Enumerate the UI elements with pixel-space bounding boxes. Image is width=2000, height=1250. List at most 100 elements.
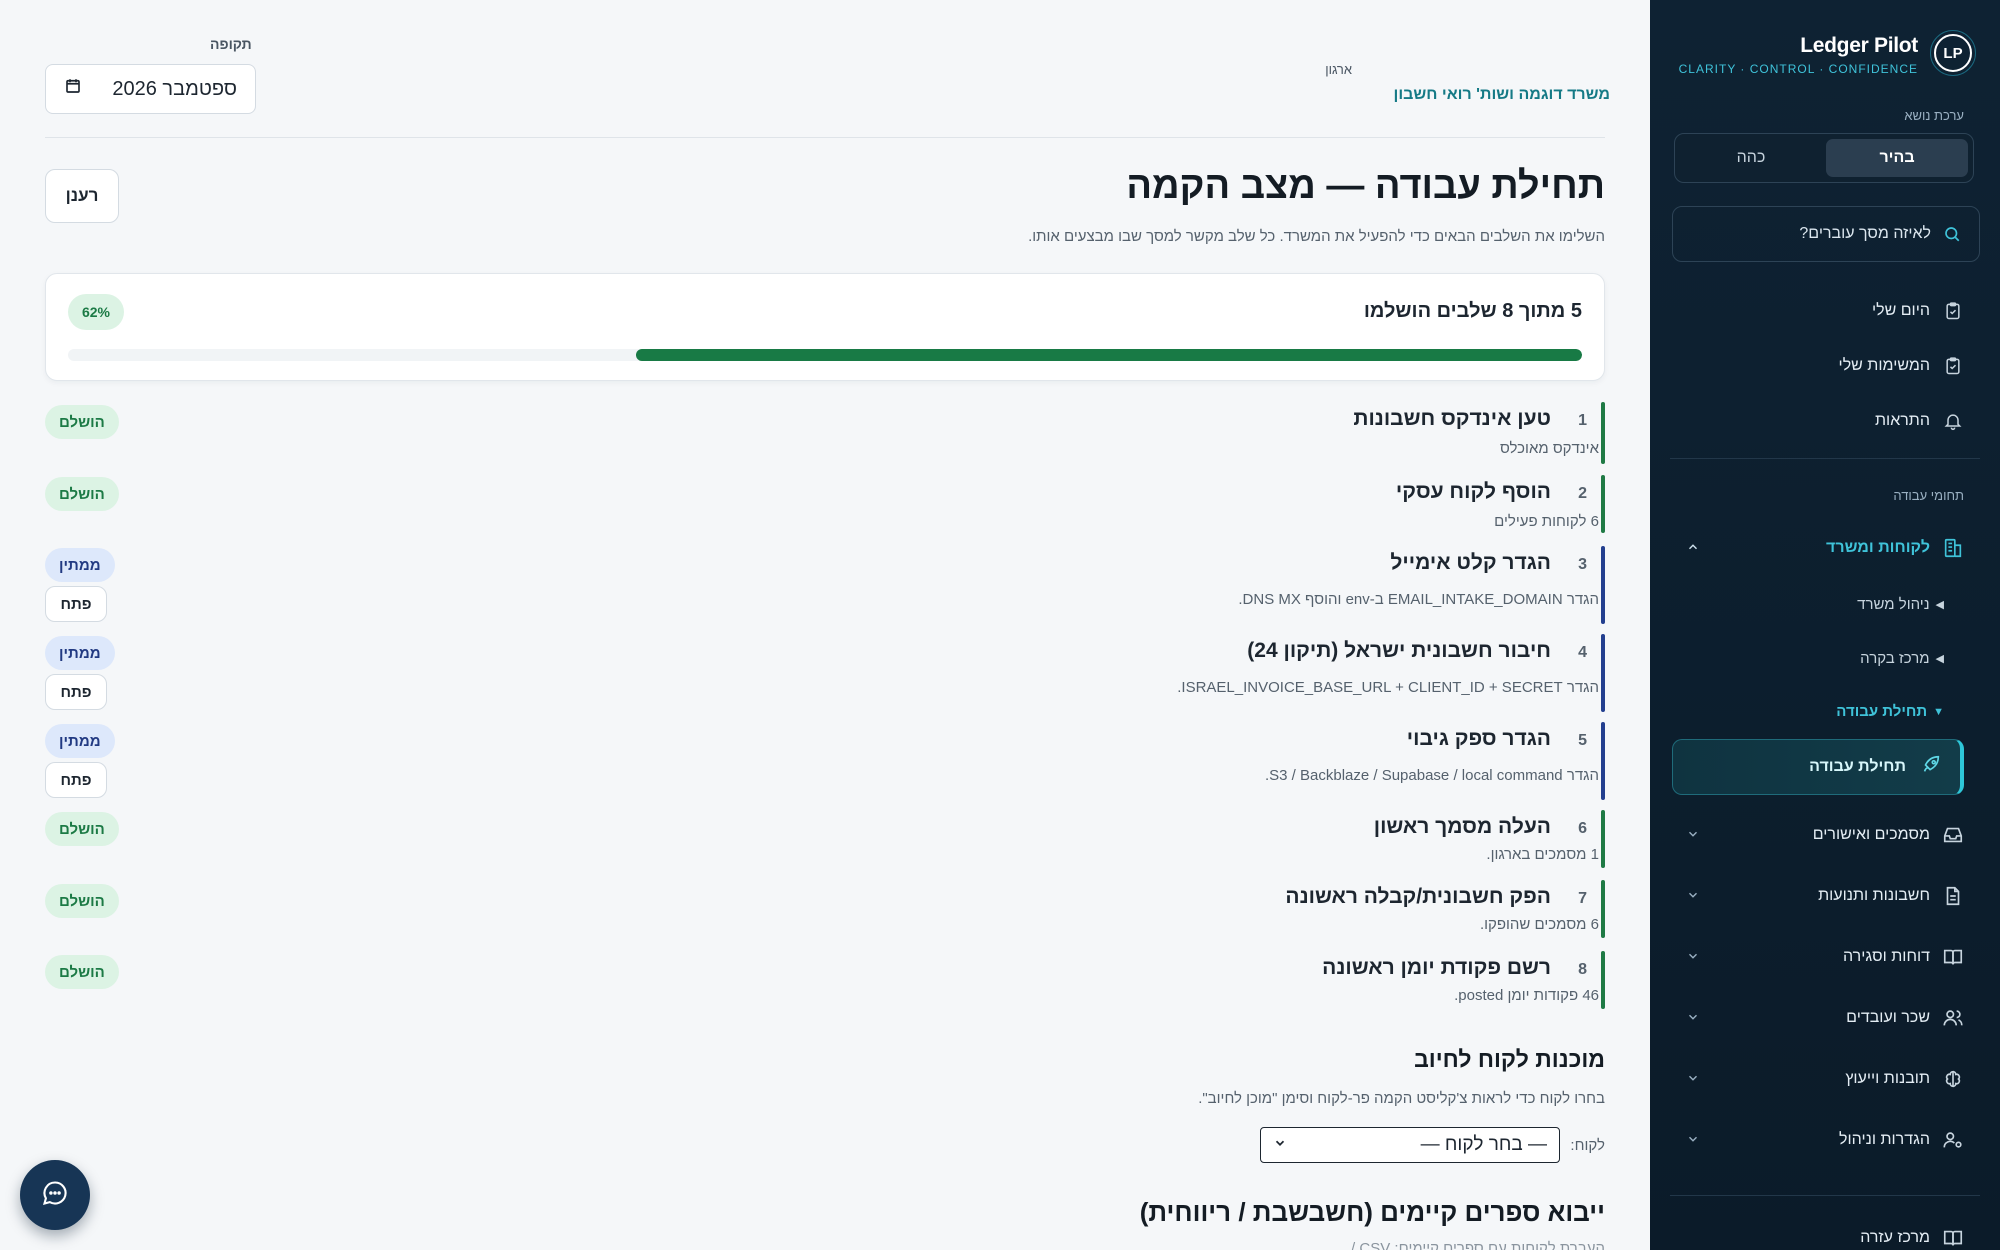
nav-onboarding-active[interactable]: תחילת עבודה [1672,739,1964,795]
nav-insights[interactable]: תובנות וייעוץ [1686,1059,1964,1099]
step-description: הגדר ISRAEL_INVOICE_BASE_URL + CLIENT_ID… [1177,679,1599,696]
step-title: רשם פקודת יומן ראשונה [1322,956,1551,979]
step-item: 2 הוסף לקוח עסקי 6 לקוחות פעילים הושלם [45,475,1605,533]
triangle-left-icon: ◀ [1935,599,1944,611]
calendar-icon [64,77,82,101]
nav-sub-onboarding[interactable]: ▼ תחילת עבודה [1836,703,1944,720]
step-title: הגדר קלט אימייל [1390,551,1551,574]
step-description: 1 מסמכים בארגון. [1486,846,1599,863]
nav-sub-control-label: מרכז בקרה [1860,650,1930,667]
step-description: הגדר S3 / Backblaze / Supabase / local c… [1264,767,1599,784]
step-number: 4 [1578,644,1587,661]
nav-sub-onboarding-label: תחילת עבודה [1836,703,1928,720]
step-number: 6 [1578,820,1587,837]
step-status-bar [1601,722,1605,800]
building-icon [1942,537,1964,559]
nav-clients-label: לקוחות ומשרד [1826,539,1930,556]
step-description: 6 לקוחות פעילים [1494,513,1599,530]
inbox-icon [1942,824,1964,846]
nav-clients[interactable]: לקוחות ומשרד [1686,528,1964,568]
step-item: 5 הגדר ספק גיבוי הגדר S3 / Backblaze / S… [45,722,1605,800]
nav-help-label: מרכז עזרה [1860,1229,1930,1246]
chevron-down-icon [1686,949,1700,966]
nav-invoices[interactable]: חשבונות ותנועות [1686,876,1964,916]
chevron-down-icon [1686,827,1700,844]
document-icon [1942,885,1964,907]
step-number: 5 [1578,732,1587,749]
step-item: 3 הגדר קלט אימייל הגדר EMAIL_INTAKE_DOMA… [45,546,1605,624]
open-step-button[interactable]: פתח [45,586,107,622]
theme-toggle: בהיר כהה [1674,133,1974,183]
nav-settings[interactable]: הגדרות וניהול [1686,1120,1964,1160]
nav-alerts[interactable]: התראות [1686,401,1964,441]
brain-icon [1942,1068,1964,1090]
chevron-down-icon [1273,1134,1287,1156]
bell-icon [1942,410,1964,432]
readiness-subtitle: בחרו לקוח כדי לראות צ'קליסט הקמה פר-לקוח… [1198,1090,1605,1107]
page-subtitle: השלימו את השלבים הבאים כדי להפעיל את המש… [1028,228,1605,245]
import-title: ייבוא ספרים קיימים (חשבשבת / ריווחית) [1139,1197,1605,1227]
nav-insights-label: תובנות וייעוץ [1845,1070,1930,1087]
open-step-button[interactable]: פתח [45,674,107,710]
sidebar-divider [1670,1195,1980,1196]
nav-reports[interactable]: דוחות וסגירה [1686,937,1964,977]
chevron-down-icon [1686,1010,1700,1027]
period-label: תקופה [210,36,252,52]
nav-sub-control[interactable]: ◀ מרכז בקרה [1860,650,1944,667]
status-badge: ממתין [45,548,115,582]
status-badge: הושלם [45,884,119,918]
step-status-bar [1601,546,1605,624]
period-value: ספטמבר 2026 [112,77,237,100]
book-open-icon [1942,946,1964,968]
theme-dark-button[interactable]: כהה [1680,139,1822,177]
nav-onboarding-active-label: תחילת עבודה [1809,758,1906,775]
period-picker[interactable]: ספטמבר 2026 [45,64,256,114]
nav-help[interactable]: מרכז עזרה [1686,1218,1964,1250]
sidebar-search[interactable]: לאיזה מסך עוברים? [1672,206,1980,262]
org-name[interactable]: משרד דוגמה ושות' רואי חשבון [1394,86,1611,104]
step-description: הגדר EMAIL_INTAKE_DOMAIN ב-env והוסף DNS… [1238,591,1599,608]
nav-invoices-label: חשבונות ותנועות [1818,887,1930,904]
step-number: 7 [1578,890,1587,907]
step-title: העלה מסמך ראשון [1373,815,1551,838]
refresh-button[interactable]: רענן [45,169,119,223]
nav-my-tasks-label: המשימות שלי [1838,357,1930,374]
nav-payroll[interactable]: שכר ועובדים [1686,998,1964,1038]
open-step-button[interactable]: פתח [45,762,107,798]
step-item: 1 טען אינדקס חשבונות אינדקס מאוכלס הושלם [45,402,1605,464]
step-number: 8 [1578,961,1587,978]
triangle-left-icon: ◀ [1935,653,1944,665]
chat-button[interactable] [20,1160,90,1230]
status-badge: ממתין [45,636,115,670]
nav-settings-label: הגדרות וניהול [1839,1131,1930,1148]
step-title: טען אינדקס חשבונות [1353,407,1551,430]
step-number: 3 [1578,556,1587,573]
users-icon [1942,1007,1964,1029]
clipboard-icon [1942,300,1964,322]
nav-reports-label: דוחות וסגירה [1843,948,1930,965]
nav-my-tasks[interactable]: המשימות שלי [1686,346,1964,386]
nav-docs[interactable]: מסמכים ואישורים [1686,815,1964,855]
nav-my-day[interactable]: היום שלי [1686,291,1964,331]
step-description: 6 מסמכים שהופקו. [1479,916,1599,933]
header-divider [45,137,1605,138]
sidebar: LP Ledger Pilot CLARITY · CONTROL · CONF… [1650,0,2000,1250]
theme-label: ערכת נושא [1904,108,1964,123]
nav-sub-office[interactable]: ◀ ניהול משרד [1857,596,1944,613]
client-select-label: לקוח: [1570,1137,1605,1154]
progress-percent-badge: 62% [68,294,124,330]
step-item: 4 חיבור חשבונית ישראל (תיקון 24) הגדר IS… [45,634,1605,712]
section-label-work: תחומי עבודה [1893,488,1964,503]
brand-tagline: CLARITY · CONTROL · CONFIDENCE [1678,62,1918,76]
readiness-title: מוכנות לקוח לחיוב [1414,1046,1605,1072]
nav-alerts-label: התראות [1875,412,1930,429]
step-description: 46 פקודות יומן posted. [1454,987,1599,1004]
client-select[interactable]: — בחר לקוח — [1260,1127,1560,1163]
rocket-icon [1920,754,1942,781]
step-number: 1 [1578,412,1587,429]
step-status-bar [1601,634,1605,712]
theme-light-button[interactable]: בהיר [1826,139,1968,177]
page-title: תחילת עבודה — מצב הקמה [1126,165,1605,207]
progress-card: 5 מתוך 8 שלבים הושלמו 62% [45,273,1605,381]
brand-name: Ledger Pilot [1800,34,1918,57]
